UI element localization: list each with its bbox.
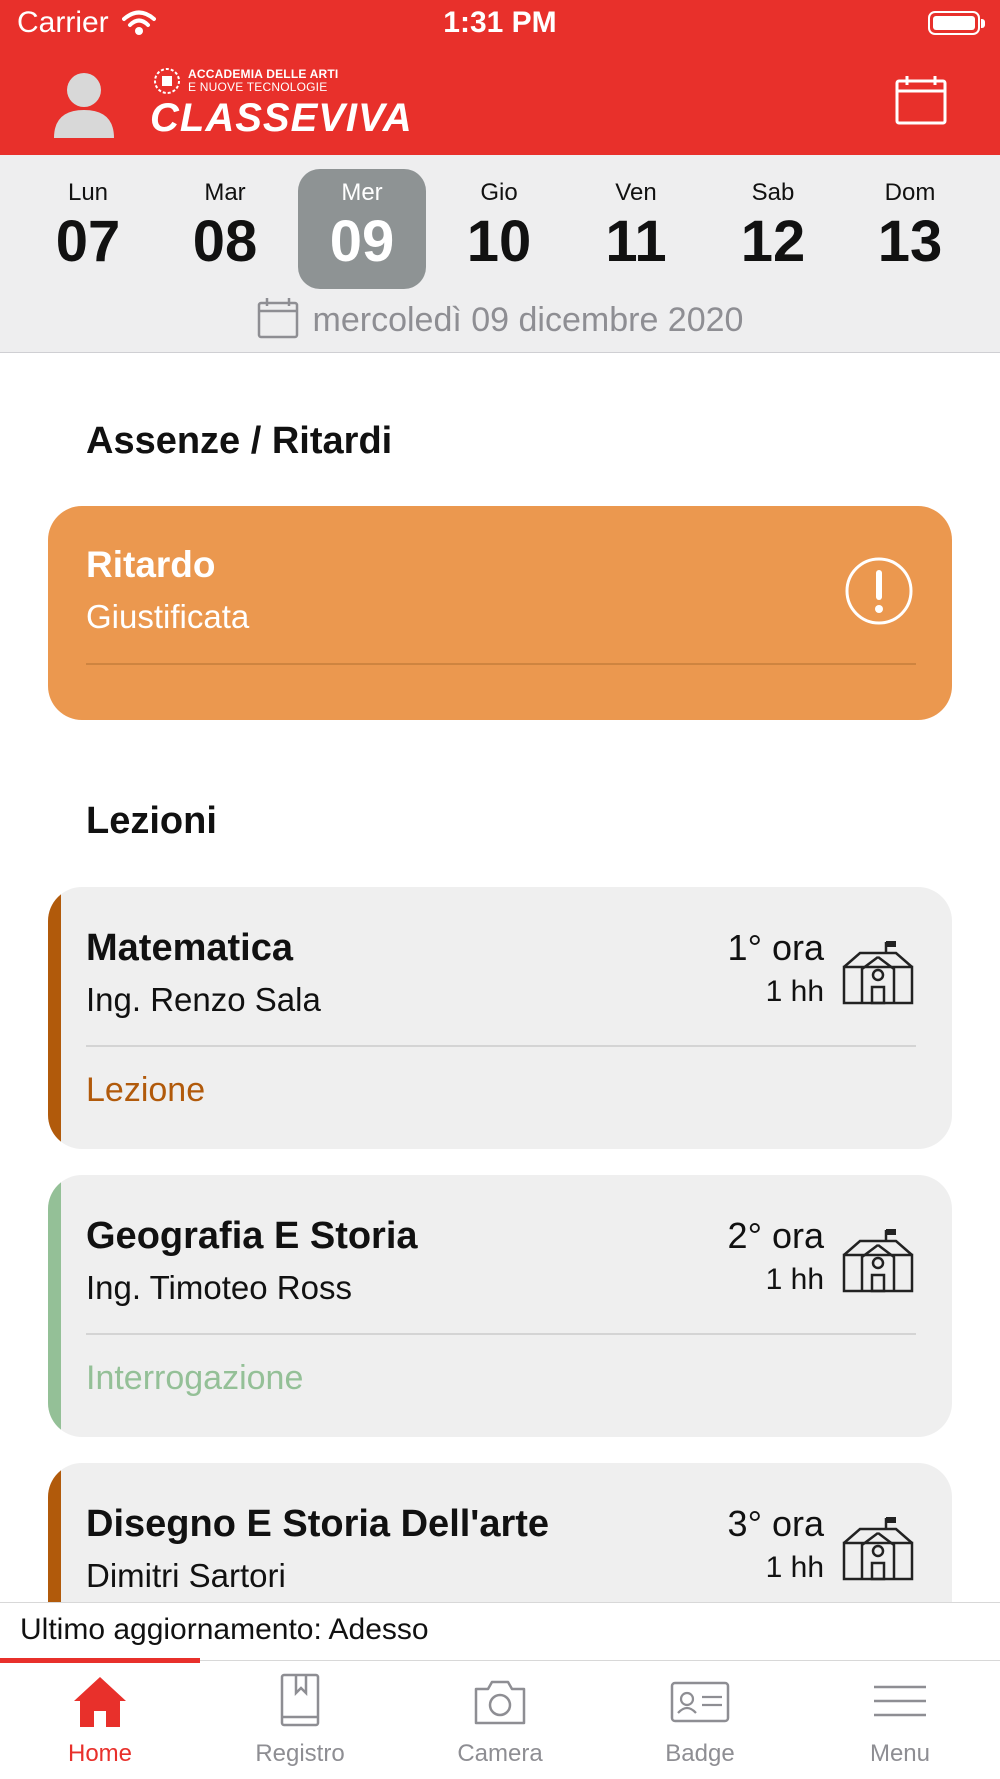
warning-icon [844, 556, 914, 631]
day-number: 10 [466, 209, 532, 274]
app-logo: ACCADEMIA DELLE ARTI E NUOVE TECNOLOGIE … [150, 66, 413, 140]
tab-registro[interactable]: Registro [200, 1673, 400, 1768]
day-name: Gio [480, 179, 518, 206]
tab-home[interactable]: Home [0, 1673, 200, 1768]
day-mon[interactable]: Lun 07 [24, 169, 152, 289]
day-sun[interactable]: Dom 13 [846, 169, 974, 289]
day-wed-selected[interactable]: Mer 09 [298, 169, 426, 289]
week-strip: Lun 07 Mar 08 Mer 09 Gio 10 Ven 11 Sab 1… [0, 155, 1000, 353]
tab-label: Registro [255, 1740, 345, 1767]
tab-label: Menu [869, 1740, 931, 1767]
lesson-card[interactable]: Matematica Ing. Renzo Sala 1° ora 1 hh L… [48, 887, 952, 1149]
school-icon [840, 1227, 916, 1298]
camera-icon [474, 1680, 526, 1725]
status-time: 1:31 PM [443, 6, 557, 39]
absence-title: Ritardo [86, 544, 216, 585]
absence-card[interactable]: Ritardo Giustificata [48, 506, 952, 720]
lesson-type: Interrogazione [86, 1359, 304, 1397]
day-name: Mar [204, 179, 246, 206]
calendar-icon [895, 76, 947, 125]
tab-label: Home [67, 1740, 133, 1767]
lesson-subject: Disegno E Storia Dell'arte [86, 1503, 550, 1545]
lesson-type: Lezione [86, 1071, 206, 1109]
lesson-color-bar [48, 1175, 61, 1437]
lesson-teacher: Dimitri Sartori [86, 1557, 286, 1594]
tab-label: Badge [665, 1740, 735, 1767]
selected-date-text: mercoledì 09 dicembre 2020 [312, 301, 744, 339]
lesson-hour: 3° ora [727, 1503, 824, 1544]
school-icon [840, 1515, 916, 1586]
logo-line-2: E NUOVE TECNOLOGIE [188, 80, 328, 94]
divider [86, 1333, 916, 1335]
battery-icon [928, 11, 985, 35]
lesson-teacher: Ing. Timoteo Ross [86, 1269, 352, 1306]
badge-icon [670, 1681, 730, 1723]
lesson-hour: 2° ora [727, 1215, 824, 1256]
selected-date: mercoledì 09 dicembre 2020 [0, 297, 1000, 340]
lesson-subject: Geografia E Storia [86, 1215, 418, 1257]
lesson-teacher: Ing. Renzo Sala [86, 981, 321, 1018]
divider [86, 663, 916, 665]
tab-bar: Home Registro Camera Badge Menu [0, 1660, 1000, 1779]
calendar-button[interactable] [895, 75, 947, 130]
day-fri[interactable]: Ven 11 [572, 169, 700, 289]
day-name: Lun [67, 179, 109, 206]
lesson-hour: 1° ora [727, 927, 824, 968]
day-name: Mer [341, 179, 383, 206]
day-number: 12 [740, 209, 806, 274]
day-tue[interactable]: Mar 08 [161, 169, 289, 289]
school-icon [840, 939, 916, 1010]
day-number: 13 [877, 209, 943, 274]
day-number: 08 [192, 209, 258, 274]
section-title-absences: Assenze / Ritardi [86, 420, 393, 462]
day-number: 11 [605, 209, 667, 274]
lesson-duration: 1 hh [765, 975, 824, 1008]
day-thu[interactable]: Gio 10 [435, 169, 563, 289]
tab-label: Camera [457, 1740, 543, 1767]
avatar-icon[interactable] [52, 70, 116, 145]
logo-name: CLASSEVIVA [150, 96, 413, 140]
tab-badge[interactable]: Badge [600, 1673, 800, 1768]
active-tab-indicator [0, 1658, 200, 1663]
day-number: 09 [329, 209, 395, 274]
section-title-lessons: Lezioni [86, 800, 217, 842]
menu-icon [874, 1685, 926, 1717]
absence-status: Giustificata [86, 598, 250, 635]
lesson-duration: 1 hh [765, 1263, 824, 1296]
book-icon [280, 1673, 320, 1727]
tab-menu[interactable]: Menu [800, 1673, 1000, 1768]
day-name: Dom [884, 179, 936, 206]
calendar-icon [257, 298, 298, 339]
divider [86, 1045, 916, 1047]
laurel-icon [154, 68, 180, 94]
home-icon [74, 1677, 126, 1727]
day-name: Ven [615, 179, 657, 206]
lesson-card[interactable]: Geografia E Storia Ing. Timoteo Ross 2° … [48, 1175, 952, 1437]
lesson-color-bar [48, 887, 61, 1149]
day-sat[interactable]: Sab 12 [709, 169, 837, 289]
tab-camera[interactable]: Camera [400, 1673, 600, 1768]
last-update-bar: Ultimo aggiornamento: Adesso [0, 1602, 1000, 1661]
day-name: Sab [751, 179, 795, 206]
lesson-subject: Matematica [86, 927, 293, 969]
day-number: 07 [55, 209, 121, 274]
lesson-duration: 1 hh [765, 1551, 824, 1584]
last-update-text: Ultimo aggiornamento: Adesso [20, 1613, 429, 1646]
